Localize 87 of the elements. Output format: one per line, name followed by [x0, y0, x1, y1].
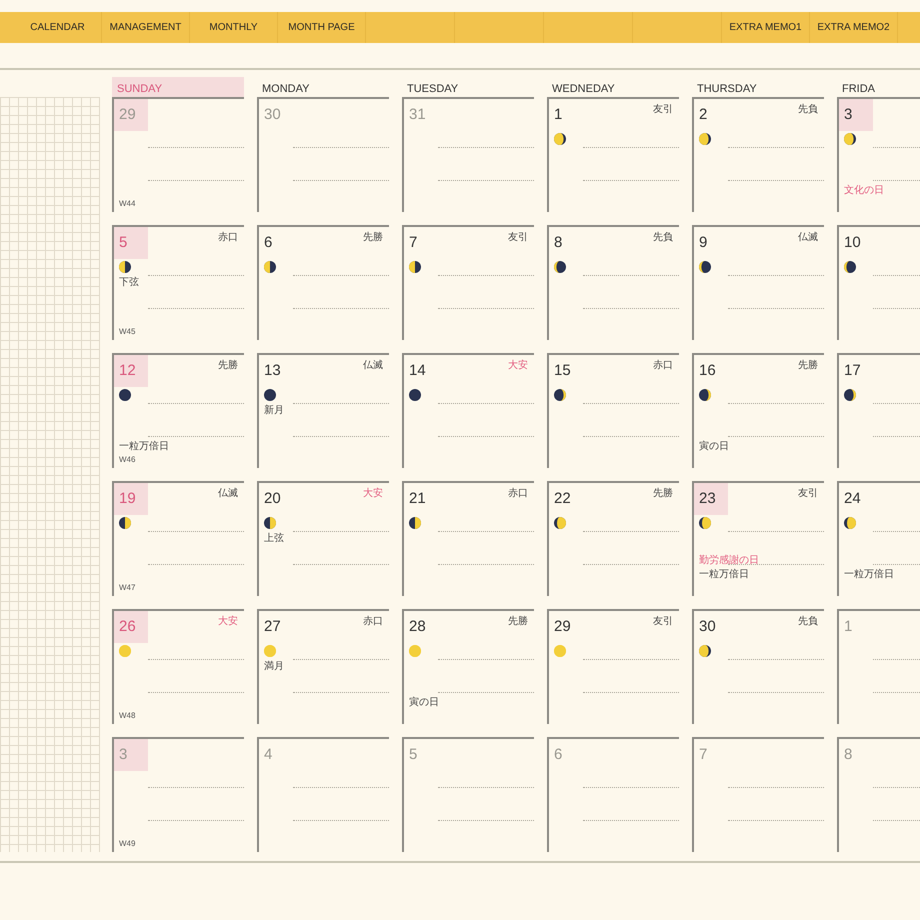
rokuyo-label: 大安: [363, 486, 384, 500]
nav-tab[interactable]: MONTHLY: [190, 12, 278, 43]
weekday-header: WEDNEDAY: [551, 82, 616, 97]
holiday-label: 文化の日: [844, 184, 884, 198]
day-number: 7: [408, 233, 418, 253]
day-number: 28: [408, 617, 427, 637]
holiday-label: 勤労感謝の日: [699, 554, 759, 568]
day-number: 15: [553, 361, 572, 381]
day-number: 19: [114, 483, 148, 515]
event-label: 一粒万倍日: [844, 568, 894, 582]
day-number: 16: [698, 361, 717, 381]
week-number: W46: [119, 455, 136, 465]
rokuyo-label: 先勝: [218, 358, 239, 372]
event-label: 一粒万倍日: [699, 568, 749, 582]
rokuyo-label: 先負: [653, 230, 674, 244]
day-number: 6: [553, 745, 564, 765]
rokuyo-label: 先勝: [653, 486, 674, 500]
event-label: 寅の日: [699, 440, 729, 454]
rokuyo-label: 友引: [653, 103, 674, 116]
day-number: 23: [694, 483, 728, 515]
rokuyo-label: 友引: [798, 487, 819, 500]
day-number: 31: [408, 105, 427, 125]
rokuyo-label: 仏滅: [218, 486, 239, 500]
rokuyo-label: 友引: [653, 615, 674, 628]
weekday-header: SUNDAY: [112, 77, 244, 97]
rokuyo-label: 赤口: [363, 614, 384, 628]
rokuyo-label: 大安: [508, 358, 529, 372]
day-number: 24: [843, 489, 862, 509]
day-number: 9: [698, 233, 708, 253]
day-number: 8: [553, 233, 564, 253]
rokuyo-label: 赤口: [218, 230, 239, 244]
rokuyo-label: 友引: [508, 231, 529, 244]
rokuyo-label: 仏滅: [363, 358, 384, 372]
day-number: 12: [114, 355, 148, 387]
rokuyo-label: 先勝: [363, 230, 384, 244]
day-number: 14: [408, 361, 427, 381]
moon-phase-label: 下弦: [119, 276, 139, 289]
moon-phase-label: 新月: [264, 404, 284, 417]
weekday-header: THURSDAY: [696, 82, 758, 97]
day-number: 10: [843, 233, 862, 253]
week-number: W49: [119, 839, 136, 849]
day-number: 8: [843, 745, 854, 765]
day-number: 5: [408, 745, 418, 765]
day-number: 29: [553, 617, 572, 637]
week-number: W45: [119, 327, 136, 337]
day-number: 21: [408, 489, 427, 509]
rokuyo-label: 先負: [798, 102, 819, 116]
day-number: 6: [263, 233, 274, 253]
rokuyo-label: 先勝: [798, 358, 819, 372]
day-number: 5: [114, 227, 148, 259]
weekday-header: TUESDAY: [406, 82, 460, 97]
day-number: 17: [843, 361, 862, 381]
rokuyo-label: 赤口: [508, 486, 529, 500]
nav-tab[interactable]: EXTRA MEMO2: [810, 12, 898, 43]
day-number: 1: [553, 105, 564, 125]
day-number: 27: [263, 617, 282, 637]
day-number: 3: [839, 99, 873, 131]
day-number: 30: [263, 105, 282, 125]
week-number: W47: [119, 583, 136, 593]
moon-phase-label: 満月: [264, 660, 284, 673]
day-number: 3: [114, 739, 148, 771]
week-number: W48: [119, 711, 136, 721]
day-number: 13: [263, 361, 282, 381]
nav-tab[interactable]: CALENDAR: [14, 12, 102, 43]
event-label: 一粒万倍日: [119, 440, 169, 454]
day-number: 7: [698, 745, 708, 765]
day-number: 20: [263, 489, 282, 509]
rokuyo-label: 大安: [218, 614, 239, 628]
nav-tab[interactable]: MANAGEMENT: [102, 12, 190, 43]
day-number: 30: [698, 617, 717, 637]
event-label: 寅の日: [409, 696, 439, 710]
moon-phase-label: 上弦: [264, 532, 284, 545]
nav-tab[interactable]: EXTRA MEMO1: [722, 12, 810, 43]
day-number: 1: [843, 617, 854, 637]
weekday-header: FRIDA: [841, 82, 876, 97]
day-number: 29: [114, 99, 148, 131]
rokuyo-label: 赤口: [653, 358, 674, 372]
week-number: W44: [119, 199, 136, 209]
weekday-header: MONDAY: [261, 82, 310, 97]
day-number: 26: [114, 611, 148, 643]
day-number: 2: [698, 105, 708, 125]
rokuyo-label: 仏滅: [798, 230, 819, 244]
day-number: 4: [263, 745, 274, 765]
day-number: 22: [553, 489, 572, 509]
nav-tab[interactable]: MONTH PAGE: [278, 12, 366, 43]
rokuyo-label: 先勝: [508, 614, 529, 628]
rokuyo-label: 先負: [798, 614, 819, 628]
